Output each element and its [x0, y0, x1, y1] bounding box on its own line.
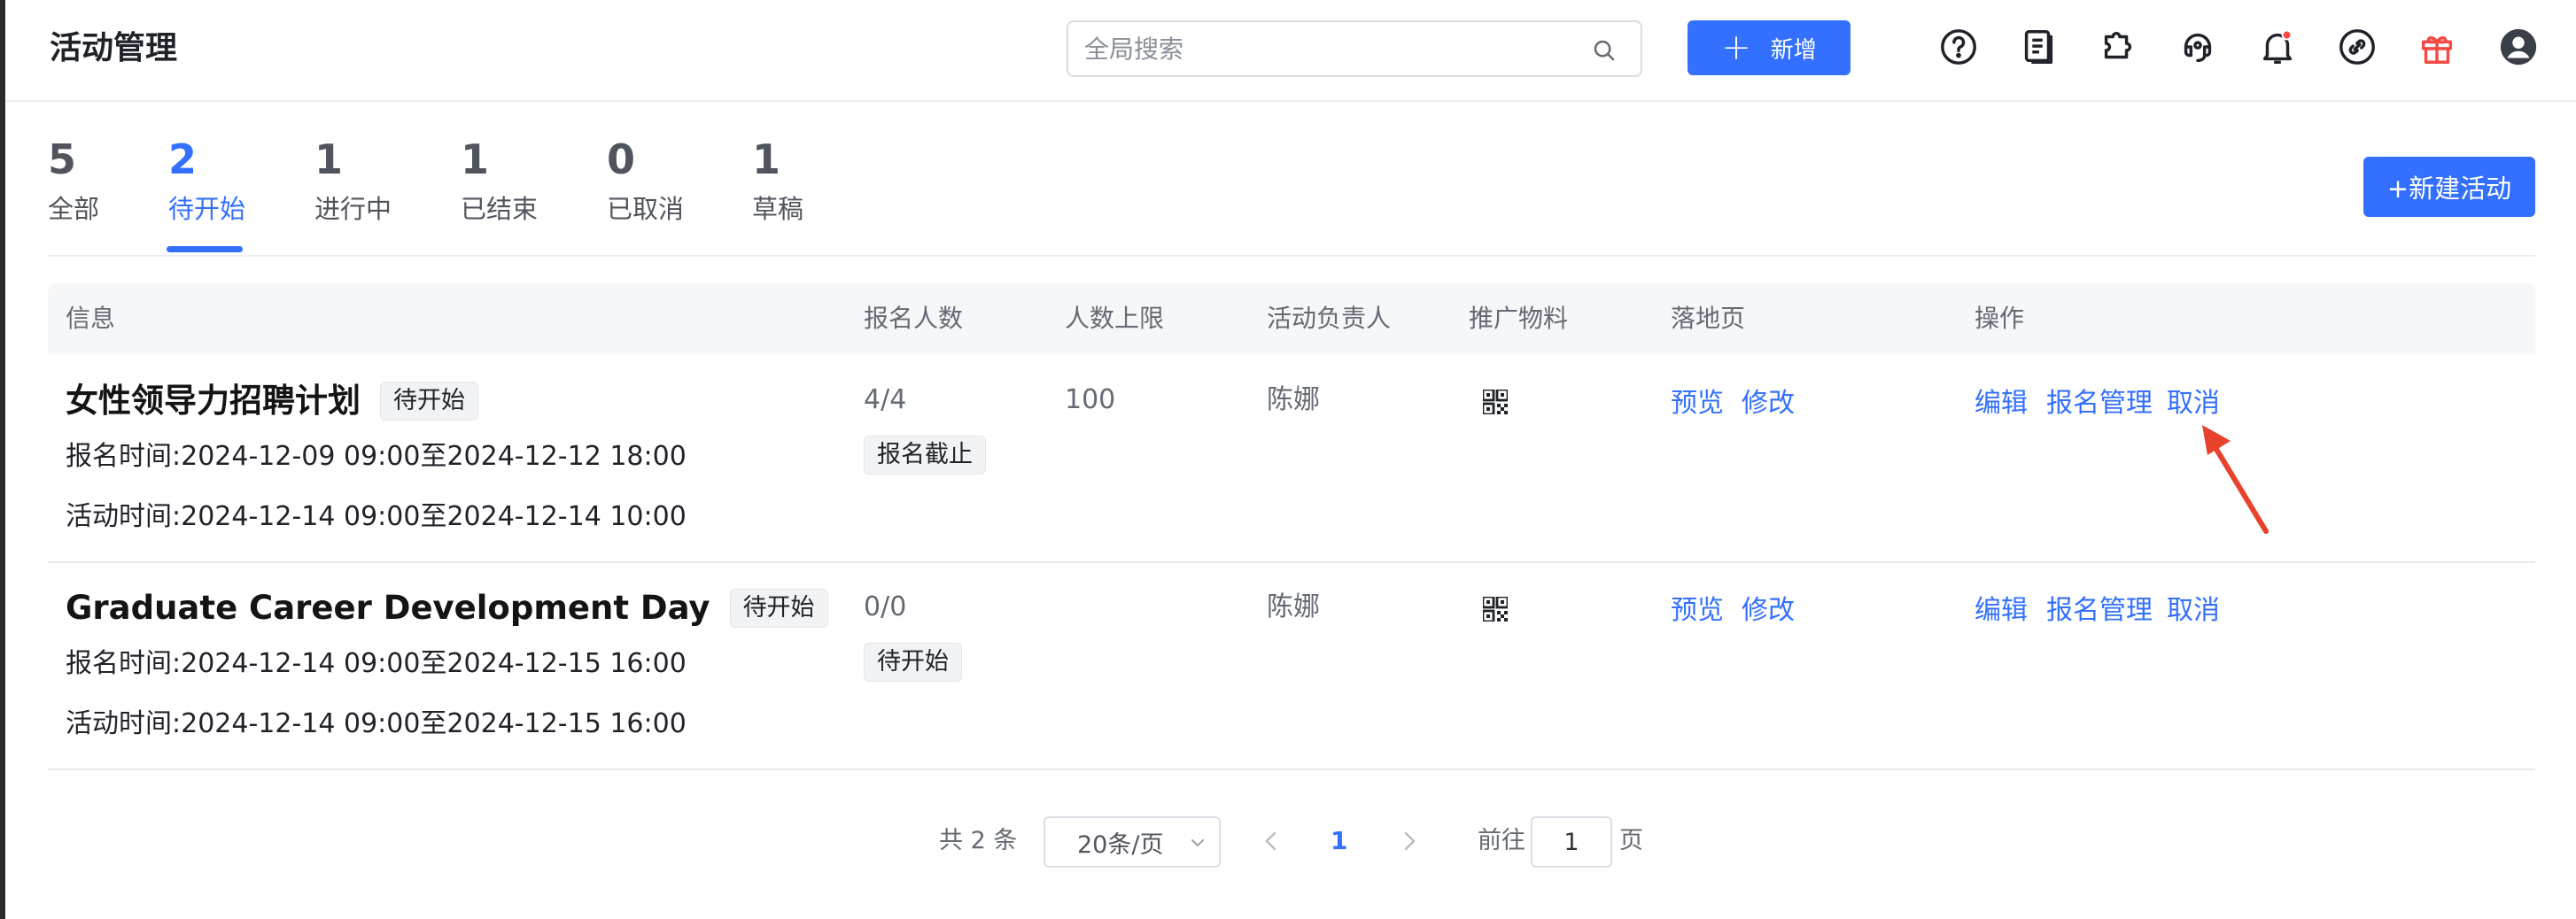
column-header: 操作 [1975, 304, 2025, 333]
tab-count: 0 [607, 135, 636, 183]
column-header: 信息 [66, 304, 116, 333]
tab-label: 全部 [48, 194, 100, 224]
plus-icon: + [1721, 27, 1751, 68]
tab-count: 1 [314, 135, 344, 183]
table-row: Graduate Career Development Day 待开始 报名时间… [48, 563, 2535, 770]
preview-link[interactable]: 预览 [1671, 593, 1724, 629]
column-header: 活动负责人 [1267, 304, 1392, 333]
table-row: 女性领导力招聘计划 待开始 报名时间:2024-12-09 09:00至2024… [48, 354, 2535, 563]
page-size-value: 20条/页 [1077, 830, 1164, 859]
tab-pending[interactable]: 2 待开始 [168, 133, 245, 227]
column-header: 推广物料 [1469, 304, 1569, 333]
column-header: 人数上限 [1065, 304, 1165, 333]
column-header: 报名人数 [864, 304, 964, 333]
status-badge: 待开始 [380, 382, 478, 421]
page-title: 活动管理 [50, 30, 178, 66]
event-title-line: 女性领导力招聘计划 待开始 [66, 379, 478, 423]
table-header: 信息 报名人数 人数上限 活动负责人 推广物料 落地页 操作 [48, 283, 2535, 354]
search-icon[interactable] [1591, 37, 1618, 64]
event-owner: 陈娜 [1267, 591, 1320, 622]
cancel-link[interactable]: 取消 [2167, 386, 2220, 421]
tab-count: 5 [48, 135, 77, 183]
active-tab-indicator [167, 246, 243, 252]
preview-link[interactable]: 预览 [1671, 386, 1724, 421]
capacity-limit: 100 [1065, 384, 1116, 415]
status-badge: 待开始 [729, 589, 828, 628]
cancel-link[interactable]: 取消 [2167, 593, 2220, 629]
add-button-label: 新增 [1770, 36, 1817, 64]
tab-draft[interactable]: 1 草稿 [752, 133, 803, 227]
user-icon[interactable] [2498, 27, 2539, 67]
chevron-left-icon[interactable] [1261, 827, 1281, 855]
chevron-right-icon[interactable] [1400, 827, 1419, 855]
tab-ended[interactable]: 1 已结束 [461, 133, 538, 227]
modify-link[interactable]: 修改 [1742, 386, 1795, 421]
chevron-down-icon [1191, 839, 1204, 847]
top-header: 活动管理 + 新增 [5, 0, 2576, 102]
tab-label: 已取消 [607, 194, 685, 224]
edit-link[interactable]: 编辑 [1975, 386, 2028, 421]
signup-count: 4/4 [864, 384, 907, 415]
bell-icon[interactable] [2257, 27, 2298, 67]
event-title[interactable]: 女性领导力招聘计划 [66, 379, 361, 423]
new-activity-button[interactable]: +新建活动 [2363, 157, 2535, 217]
add-button[interactable]: + 新增 [1688, 20, 1851, 75]
qr-code-icon[interactable] [1481, 595, 1509, 625]
document-icon[interactable] [2018, 27, 2059, 67]
global-search[interactable] [1067, 20, 1642, 77]
tab-label: 已结束 [461, 194, 539, 224]
signup-time: 报名时间:2024-12-14 09:00至2024-12-15 16:00 [66, 648, 687, 679]
pagination-total: 共 2 条 [939, 827, 1018, 854]
activity-time: 活动时间:2024-12-14 09:00至2024-12-14 10:00 [66, 501, 687, 532]
search-input[interactable] [1084, 31, 1580, 66]
tab-count: 2 [168, 135, 198, 183]
column-header: 落地页 [1671, 304, 1746, 333]
edit-link[interactable]: 编辑 [1975, 593, 2028, 629]
activity-time: 活动时间:2024-12-14 09:00至2024-12-15 16:00 [66, 708, 687, 739]
tab-in-progress[interactable]: 1 进行中 [314, 133, 392, 227]
page-number-current[interactable]: 1 [1331, 823, 1347, 859]
signup-count: 0/0 [864, 591, 907, 622]
tab-count: 1 [752, 135, 781, 183]
qr-code-icon[interactable] [1481, 388, 1509, 418]
headset-icon[interactable] [2177, 27, 2218, 67]
signup-time: 报名时间:2024-12-09 09:00至2024-12-12 18:00 [66, 441, 687, 472]
signup-management-link[interactable]: 报名管理 [2046, 593, 2153, 629]
tab-label: 待开始 [168, 194, 246, 224]
tab-label: 草稿 [752, 194, 804, 224]
help-icon[interactable] [1938, 27, 1979, 67]
signup-status-badge: 待开始 [864, 643, 962, 682]
divider [48, 255, 2535, 257]
event-title[interactable]: Graduate Career Development Day [66, 586, 710, 630]
page-size-select[interactable]: 20条/页 [1044, 816, 1221, 868]
annotation-arrow-icon [2202, 425, 2269, 534]
gift-icon[interactable] [2417, 27, 2457, 67]
goto-page-input[interactable] [1531, 816, 1612, 868]
plugin-icon[interactable] [2098, 27, 2138, 67]
link-icon[interactable] [2337, 27, 2378, 67]
window-edge [0, 0, 5, 919]
tab-cancelled[interactable]: 0 已取消 [607, 133, 684, 227]
tab-label: 进行中 [314, 194, 392, 224]
signup-management-link[interactable]: 报名管理 [2046, 386, 2153, 421]
tab-all[interactable]: 5 全部 [48, 133, 99, 227]
goto-label: 前往 [1478, 827, 1525, 854]
event-owner: 陈娜 [1267, 384, 1320, 415]
tab-count: 1 [461, 135, 490, 183]
signup-status-badge: 报名截止 [864, 436, 986, 475]
event-title-line: Graduate Career Development Day 待开始 [66, 586, 828, 630]
page-unit-label: 页 [1619, 827, 1643, 854]
modify-link[interactable]: 修改 [1742, 593, 1795, 629]
